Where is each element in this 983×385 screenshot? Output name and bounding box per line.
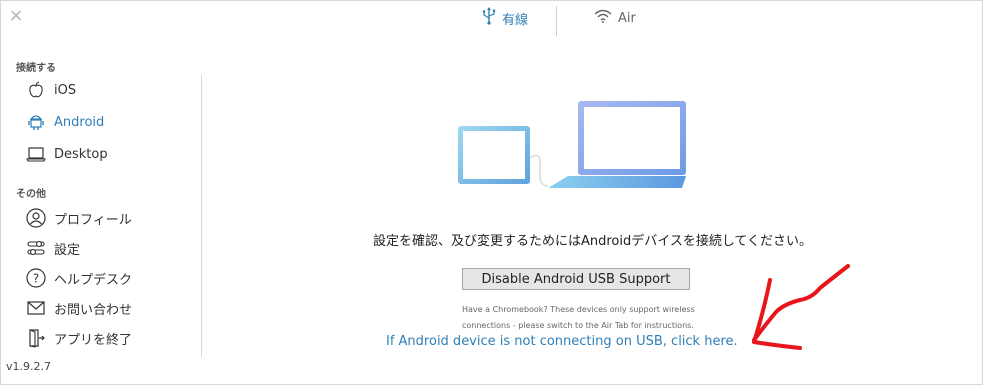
chromebook-note: Have a Chromebook? These devices only su… [462, 302, 722, 334]
other-section-title: その他 [16, 189, 46, 200]
usb-help-link[interactable]: If Android device is not connecting on U… [386, 334, 738, 349]
connection-tabs: 有線 Air [470, 0, 648, 36]
tab-divider [556, 6, 557, 36]
sidebar-item-label: お問い合わせ [54, 302, 133, 318]
disable-usb-support-button[interactable]: Disable Android USB Support [462, 268, 690, 290]
sidebar-item-helpdesk[interactable]: ? ヘルプデスク [26, 267, 132, 289]
sidebar-item-profile[interactable]: プロフィール [26, 207, 132, 229]
sidebar-item-label: Android [54, 114, 105, 130]
wifi-icon [594, 9, 612, 27]
devices-illustration [458, 101, 686, 188]
sidebar-divider [201, 75, 202, 357]
sidebar-item-ios[interactable]: iOS [26, 79, 76, 101]
tab-wired[interactable]: 有線 [470, 0, 540, 36]
connect-section-title: 接続する [16, 63, 56, 74]
sidebar-item-label: アプリを終了 [54, 332, 133, 348]
tab-air-label: Air [618, 10, 636, 26]
connect-instruction: 設定を確認、及び変更するためにはAndroidデバイスを接続してください。 [372, 234, 813, 249]
red-arrow-annotation [752, 264, 850, 350]
laptop-icon [26, 144, 46, 164]
svg-text:?: ? [33, 272, 39, 286]
sidebar-item-label: iOS [54, 82, 77, 98]
settings-icon [26, 238, 46, 258]
sidebar-item-desktop[interactable]: Desktop [26, 143, 108, 165]
usb-icon [482, 7, 496, 29]
apple-icon [26, 80, 46, 100]
sidebar-item-label: Desktop [54, 146, 108, 162]
sidebar-item-label: プロフィール [54, 212, 132, 228]
sidebar-item-label: 設定 [54, 242, 81, 258]
close-icon[interactable]: × [8, 7, 24, 25]
sidebar-item-contact[interactable]: お問い合わせ [26, 297, 132, 319]
sidebar-item-settings[interactable]: 設定 [26, 237, 80, 259]
help-icon: ? [26, 268, 46, 288]
mail-icon [26, 298, 46, 318]
profile-icon [26, 208, 46, 228]
sidebar-item-label: ヘルプデスク [54, 272, 133, 288]
sidebar-item-exit[interactable]: アプリを終了 [26, 327, 132, 349]
exit-icon [26, 328, 46, 348]
version-label: v1.9.2.7 [6, 360, 51, 373]
tab-air[interactable]: Air [582, 0, 648, 36]
note-line: Have a Chromebook? These devices only su… [462, 305, 695, 314]
android-icon [26, 112, 46, 132]
tab-wired-label: 有線 [502, 12, 529, 28]
sidebar-item-android[interactable]: Android [26, 111, 104, 133]
note-line: connections - please switch to the Air T… [462, 321, 694, 330]
